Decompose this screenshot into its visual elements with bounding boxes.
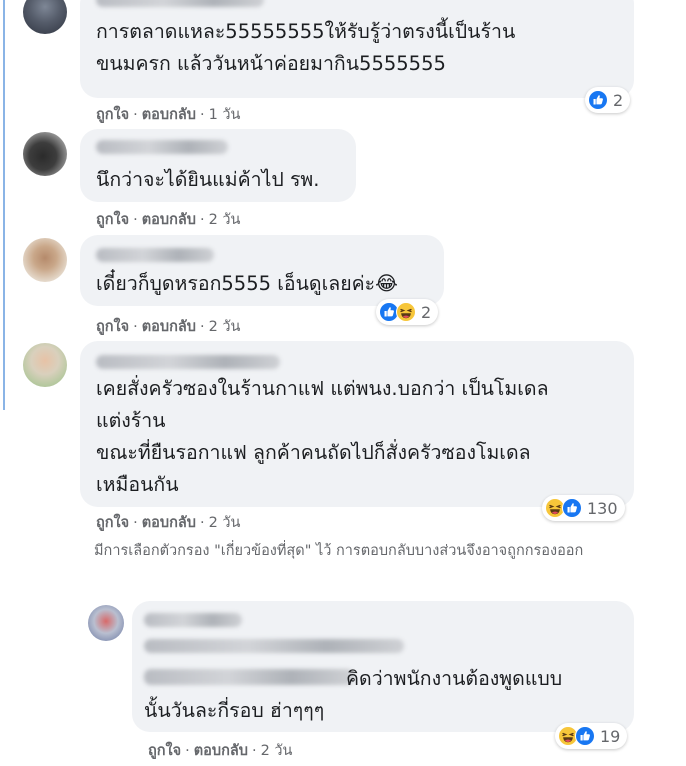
timestamp[interactable]: 2 วัน xyxy=(261,743,293,759)
commenter-name[interactable] xyxy=(96,248,214,262)
comment-text: การตลาดแหละ55555555ให้รับรู้ว่าตรงนี้เป็… xyxy=(96,20,516,75)
commenter-name[interactable] xyxy=(96,140,228,154)
like-icon xyxy=(562,498,582,518)
comment-actions: ถูกใจ · ตอบกลับ · 1 วัน xyxy=(96,107,241,123)
like-icon xyxy=(575,726,595,746)
haha-icon xyxy=(396,302,416,322)
like-link[interactable]: ถูกใจ xyxy=(96,515,129,531)
comment-bubble: เดี๋ยวก็บูดหรอก5555 เอ็นดูเลยค่ะ😂 xyxy=(80,235,444,306)
avatar[interactable] xyxy=(23,132,67,176)
like-link[interactable]: ถูกใจ xyxy=(96,319,129,335)
reaction-summary[interactable]: 2 xyxy=(585,87,631,113)
reaction-count: 2 xyxy=(421,302,432,322)
reaction-count: 19 xyxy=(600,726,621,746)
commenter-name[interactable] xyxy=(96,0,264,7)
quoted-text-blurred xyxy=(144,639,404,653)
commenter-name[interactable] xyxy=(144,613,242,627)
timestamp[interactable]: 2 วัน xyxy=(209,515,241,531)
filter-notice: มีการเลือกตัวกรอง "เกี่ยวข้องที่สุด" ไว้… xyxy=(94,543,584,559)
reply-link[interactable]: ตอบกลับ xyxy=(142,515,196,531)
timestamp[interactable]: 2 วัน xyxy=(209,319,241,335)
comment-bubble: การตลาดแหละ55555555ให้รับรู้ว่าตรงนี้เป็… xyxy=(80,0,634,98)
reply-link[interactable]: ตอบกลับ xyxy=(142,107,196,123)
like-link[interactable]: ถูกใจ xyxy=(96,107,129,123)
timestamp[interactable]: 2 วัน xyxy=(209,212,241,228)
reaction-count: 2 xyxy=(613,90,624,110)
avatar[interactable] xyxy=(23,343,67,387)
avatar[interactable] xyxy=(88,605,124,641)
reaction-count: 130 xyxy=(587,498,618,518)
reply-link[interactable]: ตอบกลับ xyxy=(142,212,196,228)
comment-actions: ถูกใจ · ตอบกลับ · 2 วัน xyxy=(96,515,241,531)
reply-link[interactable]: ตอบกลับ xyxy=(142,319,196,335)
reply-text: คิดว่าพนักงานต้องพูดแบบ xyxy=(346,667,563,690)
reply-bubble: คิดว่าพนักงานต้องพูดแบบ นั้นวันละกี่รอบ … xyxy=(132,601,634,732)
like-link[interactable]: ถูกใจ xyxy=(148,743,181,759)
comment-text: นึกว่าจะได้ยินแม่ค้าไป รพ. xyxy=(96,168,320,191)
comment-actions: ถูกใจ · ตอบกลับ · 2 วัน xyxy=(96,212,241,228)
comment-actions: ถูกใจ · ตอบกลับ · 2 วัน xyxy=(96,319,241,335)
thread-line xyxy=(3,0,5,410)
reply-text: นั้นวันละกี่รอบ ฮ่าๆๆๆ xyxy=(144,699,325,722)
commenter-name[interactable] xyxy=(96,355,280,369)
reaction-summary[interactable]: 19 xyxy=(555,723,628,749)
reaction-summary[interactable]: 130 xyxy=(542,495,625,521)
comment-text: เดี๋ยวก็บูดหรอก5555 เอ็นดูเลยค่ะ😂 xyxy=(96,272,398,295)
timestamp[interactable]: 1 วัน xyxy=(209,107,241,123)
comment-bubble: นึกว่าจะได้ยินแม่ค้าไป รพ. xyxy=(80,129,356,202)
like-link[interactable]: ถูกใจ xyxy=(96,212,129,228)
mention-tag[interactable] xyxy=(144,669,354,685)
avatar[interactable] xyxy=(23,238,67,282)
reply-actions: ถูกใจ · ตอบกลับ · 2 วัน xyxy=(148,743,293,759)
avatar[interactable] xyxy=(23,0,67,34)
comment-bubble: เคยสั่งครัวซองในร้านกาแฟ แต่พนง.บอกว่า เ… xyxy=(80,341,634,507)
reply-link[interactable]: ตอบกลับ xyxy=(194,743,248,759)
like-icon xyxy=(588,90,608,110)
comment-text: เคยสั่งครัวซองในร้านกาแฟ แต่พนง.บอกว่า เ… xyxy=(96,377,549,496)
reaction-summary[interactable]: 2 xyxy=(376,299,439,325)
